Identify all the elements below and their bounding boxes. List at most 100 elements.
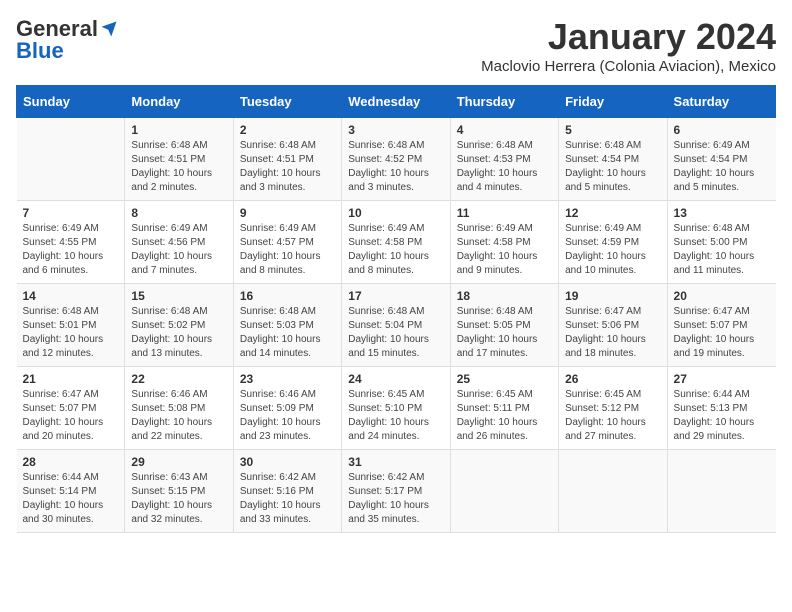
day-info: Sunrise: 6:44 AM Sunset: 5:13 PM Dayligh…: [674, 388, 770, 444]
calendar-cell: 7 Sunrise: 6:49 AM Sunset: 4:55 PM Daylig…: [17, 201, 125, 284]
day-info: Sunrise: 6:48 AM Sunset: 5:05 PM Dayligh…: [457, 305, 552, 361]
logo-blue: Blue: [16, 38, 64, 64]
calendar-cell: 14 Sunrise: 6:48 AM Sunset: 5:01 PM Dayli…: [17, 284, 125, 367]
day-info: Sunrise: 6:49 AM Sunset: 4:57 PM Dayligh…: [240, 222, 335, 278]
day-info: Sunrise: 6:45 AM Sunset: 5:11 PM Dayligh…: [457, 388, 552, 444]
day-info: Sunrise: 6:43 AM Sunset: 5:15 PM Dayligh…: [131, 471, 226, 527]
day-number: 28: [23, 455, 119, 469]
day-number: 7: [23, 206, 119, 220]
calendar-cell: 12 Sunrise: 6:49 AM Sunset: 4:59 PM Dayli…: [559, 201, 667, 284]
day-info: Sunrise: 6:49 AM Sunset: 4:55 PM Dayligh…: [23, 222, 119, 278]
day-info: Sunrise: 6:45 AM Sunset: 5:12 PM Dayligh…: [565, 388, 660, 444]
day-info: Sunrise: 6:44 AM Sunset: 5:14 PM Dayligh…: [23, 471, 119, 527]
day-number: 20: [674, 289, 770, 303]
day-number: 2: [240, 123, 335, 137]
logo-bird-icon: [100, 20, 118, 38]
calendar-cell: 4Sunrise: 6:48 AM Sunset: 4:53 PM Daylig…: [450, 118, 558, 201]
calendar-cell: 29Sunrise: 6:43 AM Sunset: 5:15 PM Dayli…: [125, 450, 233, 533]
weekday-header-row: SundayMondayTuesdayWednesdayThursdayFrid…: [17, 86, 776, 118]
week-row-3: 14 Sunrise: 6:48 AM Sunset: 5:01 PM Dayli…: [17, 284, 776, 367]
calendar-cell: 27 Sunrise: 6:44 AM Sunset: 5:13 PM Dayli…: [667, 367, 775, 450]
day-number: 15: [131, 289, 226, 303]
day-number: 5: [565, 123, 660, 137]
calendar-cell: 19 Sunrise: 6:47 AM Sunset: 5:06 PM Dayli…: [559, 284, 667, 367]
day-number: 10: [348, 206, 443, 220]
calendar-cell: 2 Sunrise: 6:48 AM Sunset: 4:51 PM Daylig…: [233, 118, 341, 201]
day-info: Sunrise: 6:48 AM Sunset: 5:01 PM Dayligh…: [23, 305, 119, 361]
calendar-cell: 15 Sunrise: 6:48 AM Sunset: 5:02 PM Dayli…: [125, 284, 233, 367]
day-number: 26: [565, 372, 660, 386]
calendar-cell: 26 Sunrise: 6:45 AM Sunset: 5:12 PM Dayli…: [559, 367, 667, 450]
day-info: Sunrise: 6:48 AM Sunset: 4:51 PM Dayligh…: [240, 139, 335, 195]
day-number: 18: [457, 289, 552, 303]
day-info: Sunrise: 6:42 AM Sunset: 5:16 PM Dayligh…: [240, 471, 335, 527]
day-number: 4: [457, 123, 552, 137]
location-title: Maclovio Herrera (Colonia Aviacion), Mex…: [481, 58, 776, 75]
calendar-cell: 30 Sunrise: 6:42 AM Sunset: 5:16 PM Dayli…: [233, 450, 341, 533]
day-info: Sunrise: 6:48 AM Sunset: 4:52 PM Dayligh…: [348, 139, 443, 195]
day-number: 27: [674, 372, 770, 386]
day-info: Sunrise: 6:49 AM Sunset: 4:59 PM Dayligh…: [565, 222, 660, 278]
day-info: Sunrise: 6:46 AM Sunset: 5:09 PM Dayligh…: [240, 388, 335, 444]
day-info: Sunrise: 6:47 AM Sunset: 5:07 PM Dayligh…: [23, 388, 119, 444]
calendar-cell: 20 Sunrise: 6:47 AM Sunset: 5:07 PM Dayli…: [667, 284, 775, 367]
day-info: Sunrise: 6:47 AM Sunset: 5:07 PM Dayligh…: [674, 305, 770, 361]
calendar-cell: 18 Sunrise: 6:48 AM Sunset: 5:05 PM Dayli…: [450, 284, 558, 367]
day-info: Sunrise: 6:48 AM Sunset: 4:51 PM Dayligh…: [131, 139, 226, 195]
logo: General Blue: [16, 16, 118, 64]
day-info: Sunrise: 6:46 AM Sunset: 5:08 PM Dayligh…: [131, 388, 226, 444]
page-header: General Blue January 2024 Maclovio Herre…: [16, 16, 776, 75]
calendar-cell: 13Sunrise: 6:48 AM Sunset: 5:00 PM Dayli…: [667, 201, 775, 284]
day-number: 19: [565, 289, 660, 303]
day-number: 6: [674, 123, 770, 137]
calendar-cell: 9 Sunrise: 6:49 AM Sunset: 4:57 PM Daylig…: [233, 201, 341, 284]
day-number: 23: [240, 372, 335, 386]
month-title: January 2024: [481, 16, 776, 58]
day-number: 31: [348, 455, 443, 469]
calendar-cell: 28 Sunrise: 6:44 AM Sunset: 5:14 PM Dayli…: [17, 450, 125, 533]
day-info: Sunrise: 6:48 AM Sunset: 5:03 PM Dayligh…: [240, 305, 335, 361]
calendar-cell: [559, 450, 667, 533]
calendar-cell: 11Sunrise: 6:49 AM Sunset: 4:58 PM Dayli…: [450, 201, 558, 284]
day-info: Sunrise: 6:48 AM Sunset: 4:54 PM Dayligh…: [565, 139, 660, 195]
day-number: 16: [240, 289, 335, 303]
day-number: 9: [240, 206, 335, 220]
calendar-cell: 3 Sunrise: 6:48 AM Sunset: 4:52 PM Daylig…: [342, 118, 450, 201]
calendar-cell: [17, 118, 125, 201]
day-info: Sunrise: 6:47 AM Sunset: 5:06 PM Dayligh…: [565, 305, 660, 361]
calendar-cell: 5 Sunrise: 6:48 AM Sunset: 4:54 PM Daylig…: [559, 118, 667, 201]
week-row-1: 1 Sunrise: 6:48 AM Sunset: 4:51 PM Daylig…: [17, 118, 776, 201]
day-number: 12: [565, 206, 660, 220]
weekday-header-saturday: Saturday: [667, 86, 775, 118]
week-row-5: 28 Sunrise: 6:44 AM Sunset: 5:14 PM Dayli…: [17, 450, 776, 533]
calendar-cell: 6Sunrise: 6:49 AM Sunset: 4:54 PM Daylig…: [667, 118, 775, 201]
calendar-cell: [450, 450, 558, 533]
weekday-header-friday: Friday: [559, 86, 667, 118]
day-info: Sunrise: 6:42 AM Sunset: 5:17 PM Dayligh…: [348, 471, 443, 527]
weekday-header-thursday: Thursday: [450, 86, 558, 118]
calendar-table: SundayMondayTuesdayWednesdayThursdayFrid…: [16, 85, 776, 533]
calendar-cell: 23 Sunrise: 6:46 AM Sunset: 5:09 PM Dayli…: [233, 367, 341, 450]
day-info: Sunrise: 6:49 AM Sunset: 4:58 PM Dayligh…: [348, 222, 443, 278]
calendar-cell: 22Sunrise: 6:46 AM Sunset: 5:08 PM Dayli…: [125, 367, 233, 450]
day-number: 3: [348, 123, 443, 137]
day-number: 13: [674, 206, 770, 220]
title-section: January 2024 Maclovio Herrera (Colonia A…: [481, 16, 776, 75]
day-info: Sunrise: 6:49 AM Sunset: 4:58 PM Dayligh…: [457, 222, 552, 278]
calendar-cell: 10 Sunrise: 6:49 AM Sunset: 4:58 PM Dayli…: [342, 201, 450, 284]
day-info: Sunrise: 6:45 AM Sunset: 5:10 PM Dayligh…: [348, 388, 443, 444]
calendar-cell: 8Sunrise: 6:49 AM Sunset: 4:56 PM Daylig…: [125, 201, 233, 284]
day-number: 30: [240, 455, 335, 469]
day-number: 21: [23, 372, 119, 386]
week-row-2: 7 Sunrise: 6:49 AM Sunset: 4:55 PM Daylig…: [17, 201, 776, 284]
day-number: 1: [131, 123, 226, 137]
day-number: 8: [131, 206, 226, 220]
weekday-header-tuesday: Tuesday: [233, 86, 341, 118]
day-number: 24: [348, 372, 443, 386]
calendar-cell: 24 Sunrise: 6:45 AM Sunset: 5:10 PM Dayli…: [342, 367, 450, 450]
calendar-cell: 17Sunrise: 6:48 AM Sunset: 5:04 PM Dayli…: [342, 284, 450, 367]
weekday-header-wednesday: Wednesday: [342, 86, 450, 118]
day-info: Sunrise: 6:48 AM Sunset: 5:02 PM Dayligh…: [131, 305, 226, 361]
day-number: 14: [23, 289, 119, 303]
day-number: 25: [457, 372, 552, 386]
